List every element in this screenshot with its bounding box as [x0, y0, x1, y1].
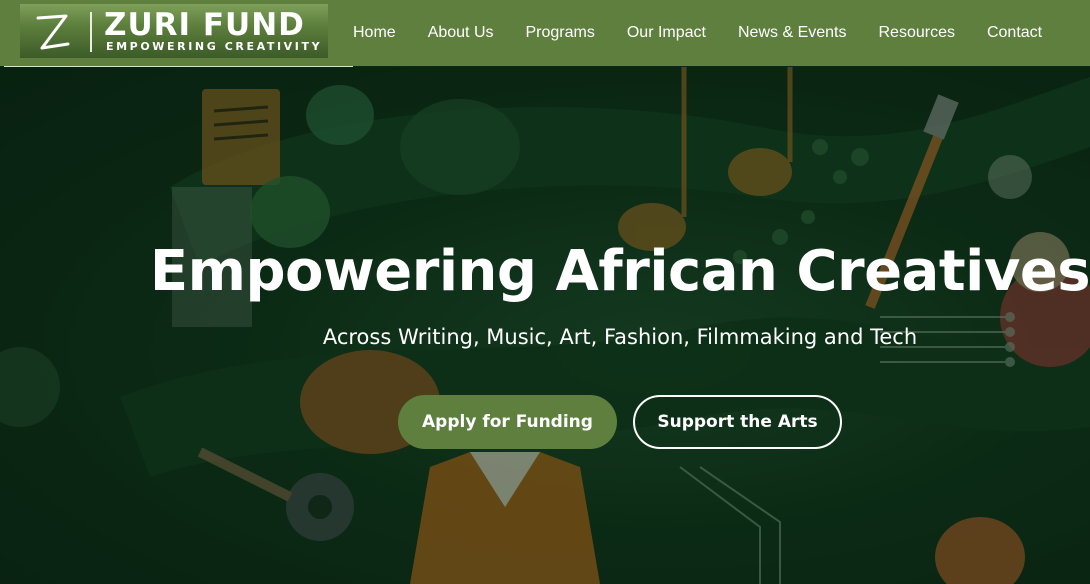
logo[interactable]: ZURI FUND EMPOWERING CREATIVITY [20, 4, 328, 58]
logo-title: ZURI FUND [104, 7, 305, 43]
hero-section: Empowering African Creatives Across Writ… [0, 67, 1090, 584]
nav-item-home[interactable]: Home [337, 24, 412, 42]
nav-item-contact[interactable]: Contact [971, 24, 1058, 42]
support-the-arts-button[interactable]: Support the Arts [633, 395, 842, 449]
nav-item-news-events[interactable]: News & Events [722, 24, 862, 42]
apply-for-funding-button[interactable]: Apply for Funding [398, 395, 617, 449]
nav-item-resources[interactable]: Resources [862, 24, 970, 42]
hero-subheadline: Across Writing, Music, Art, Fashion, Fil… [322, 325, 918, 349]
site-header: ZURI FUND EMPOWERING CREATIVITY Home Abo… [0, 0, 1090, 66]
z-brushstroke-icon [36, 14, 70, 50]
logo-divider [90, 12, 92, 52]
nav-item-about-us[interactable]: About Us [412, 24, 510, 42]
hero-headline: Empowering African Creatives [149, 239, 1090, 304]
nav-item-our-impact[interactable]: Our Impact [611, 24, 722, 42]
logo-tagline: EMPOWERING CREATIVITY [106, 40, 323, 53]
nav-item-programs[interactable]: Programs [510, 24, 611, 42]
main-nav: Home About Us Programs Our Impact News &… [337, 0, 1058, 66]
